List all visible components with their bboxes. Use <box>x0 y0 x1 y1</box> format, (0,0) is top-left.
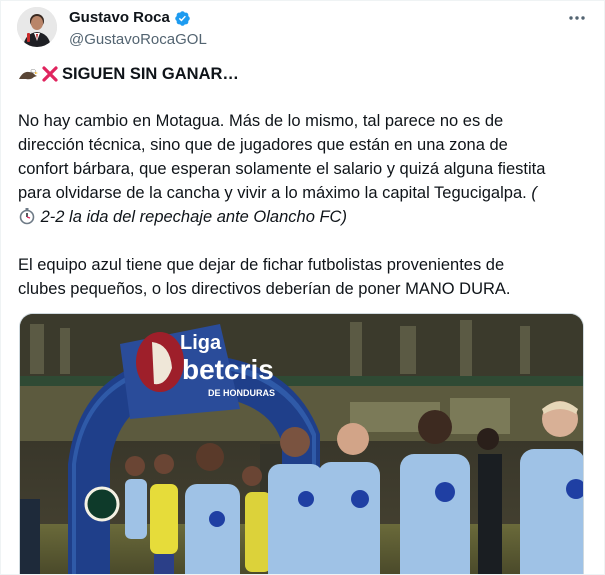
tweet-headline: SIGUEN SIN GANAR… <box>18 61 584 87</box>
tweet-photo[interactable]: Liga betcris DE HONDURAS <box>19 313 584 574</box>
red-x-icon <box>42 66 58 82</box>
author-names: Gustavo Roca @GustavoRocaGOL <box>69 8 207 50</box>
stopwatch-icon <box>19 208 35 225</box>
arch-sub-text: DE HONDURAS <box>208 388 275 398</box>
stadium-photo: Liga betcris DE HONDURAS <box>20 314 583 574</box>
display-name[interactable]: Gustavo Roca <box>69 8 170 28</box>
p1-line: No hay cambio en Motagua. Más de lo mism… <box>18 112 504 130</box>
p2-line: El equipo azul tiene que dejar de fichar… <box>18 256 505 274</box>
paragraph-2: El equipo azul tiene que dejar de fichar… <box>18 253 584 301</box>
avatar-image <box>17 7 57 47</box>
headline-text: SIGUEN SIN GANAR… <box>62 65 239 83</box>
author-handle[interactable]: @GustavoRocaGOL <box>69 30 207 50</box>
eagle-icon <box>19 68 38 80</box>
paragraph-1: No hay cambio en Motagua. Más de lo mism… <box>18 109 584 229</box>
verified-badge-icon <box>175 10 190 26</box>
p1-line: dirección técnica, sino que de jugadores… <box>18 136 508 154</box>
arch-liga-text: Liga <box>180 332 222 354</box>
p2-line: clubes pequeños, o los directivos deberí… <box>18 280 511 298</box>
p1-line-with-italic: para olvidarse de la cancha y vivir a lo… <box>18 181 584 205</box>
more-options-icon[interactable] <box>566 9 588 27</box>
p1-line: para olvidarse de la cancha y vivir a lo… <box>18 184 527 202</box>
avatar[interactable] <box>17 7 57 47</box>
match-result-text: 2-2 la ida del repechaje ante Olancho FC… <box>40 208 347 226</box>
p1-italic-line: 2-2 la ida del repechaje ante Olancho FC… <box>18 205 584 229</box>
tweet-body: SIGUEN SIN GANAR… No hay cambio en Motag… <box>18 61 584 301</box>
italic-open-paren: ( <box>531 184 537 202</box>
tweet-header: Gustavo Roca @GustavoRocaGOL <box>17 7 588 51</box>
p1-line: confort bárbara, que esperan solamente e… <box>18 160 546 178</box>
arch-brand-text: betcris <box>182 354 274 385</box>
tweet-card: Gustavo Roca @GustavoRocaGOL SIGUEN SIN … <box>0 0 605 575</box>
display-name-line: Gustavo Roca <box>69 8 207 28</box>
